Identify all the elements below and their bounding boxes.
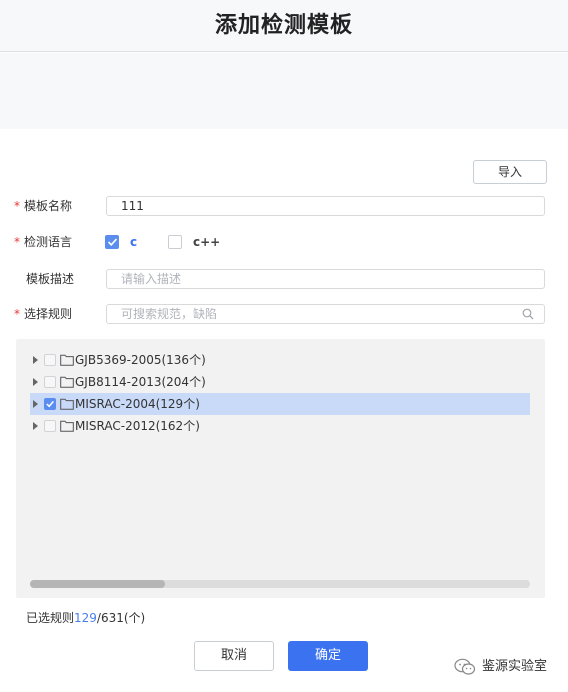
- tree-node[interactable]: MISRAC-2012(162个): [30, 415, 530, 437]
- tree-node-label[interactable]: GJB5369-2005(136个): [75, 349, 206, 371]
- rules-label: * 选择规则: [14, 307, 73, 321]
- scrollbar-thumb[interactable]: [30, 580, 165, 588]
- folder-icon: [60, 398, 74, 410]
- tree-node-checkbox[interactable]: [44, 420, 56, 432]
- rules-search-placeholder: 可搜索规范，缺陷: [121, 307, 218, 321]
- watermark: 鉴源实验室: [454, 656, 547, 678]
- folder-icon: [60, 420, 74, 432]
- tree-node[interactable]: GJB8114-2013(204个): [30, 371, 530, 393]
- tree-node-checkbox[interactable]: [44, 354, 56, 366]
- horizontal-scrollbar[interactable]: [30, 580, 530, 588]
- language-cpp-label[interactable]: c++: [193, 234, 220, 250]
- expand-caret-icon[interactable]: [33, 422, 38, 430]
- description-label: 模板描述: [26, 272, 75, 286]
- language-cpp-checkbox[interactable]: [168, 235, 182, 249]
- import-button[interactable]: 导入: [473, 160, 547, 184]
- tree-node-label[interactable]: MISRAC-2004(129个): [75, 393, 200, 415]
- template-name-input[interactable]: 111: [106, 196, 545, 216]
- required-mark: *: [14, 235, 20, 249]
- wechat-icon: [454, 658, 476, 675]
- watermark-text: 鉴源实验室: [482, 659, 548, 674]
- rules-tree: GJB5369-2005(136个) GJB8114-2013(204个) MISR…: [16, 339, 545, 598]
- tree-node[interactable]: MISRAC-2004(129个): [30, 393, 530, 415]
- language-c-label[interactable]: c: [130, 234, 137, 250]
- header-banner: [0, 53, 568, 129]
- expand-caret-icon[interactable]: [33, 378, 38, 386]
- language-c-checkbox[interactable]: [105, 235, 119, 249]
- folder-icon: [60, 376, 74, 388]
- total-count: /631(个): [96, 611, 146, 625]
- confirm-button[interactable]: 确定: [288, 641, 368, 671]
- dialog-header: 添加检测模板: [0, 0, 568, 52]
- tree-node-checkbox[interactable]: [44, 398, 56, 410]
- tree-node-label[interactable]: GJB8114-2013(204个): [75, 371, 206, 393]
- tree-node-label[interactable]: MISRAC-2012(162个): [75, 415, 200, 437]
- rules-search-input[interactable]: 可搜索规范，缺陷: [106, 304, 545, 324]
- description-input[interactable]: 请输入描述: [106, 269, 545, 289]
- required-mark: *: [14, 307, 20, 321]
- selected-count: 129: [74, 611, 97, 625]
- selected-rules-count: 已选规则129/631(个): [26, 611, 146, 625]
- check-icon: [107, 238, 118, 246]
- tree-node[interactable]: GJB5369-2005(136个): [30, 349, 530, 371]
- language-label: * 检测语言: [14, 235, 73, 249]
- cancel-button[interactable]: 取消: [194, 641, 274, 671]
- dialog-title: 添加检测模板: [214, 13, 353, 38]
- expand-caret-icon[interactable]: [33, 356, 38, 364]
- folder-icon: [60, 354, 74, 366]
- check-icon: [46, 400, 54, 408]
- template-name-label: * 模板名称: [14, 199, 73, 213]
- tree-node-checkbox[interactable]: [44, 376, 56, 388]
- search-icon[interactable]: [522, 308, 534, 320]
- expand-caret-icon[interactable]: [33, 400, 38, 408]
- required-mark: *: [14, 199, 20, 213]
